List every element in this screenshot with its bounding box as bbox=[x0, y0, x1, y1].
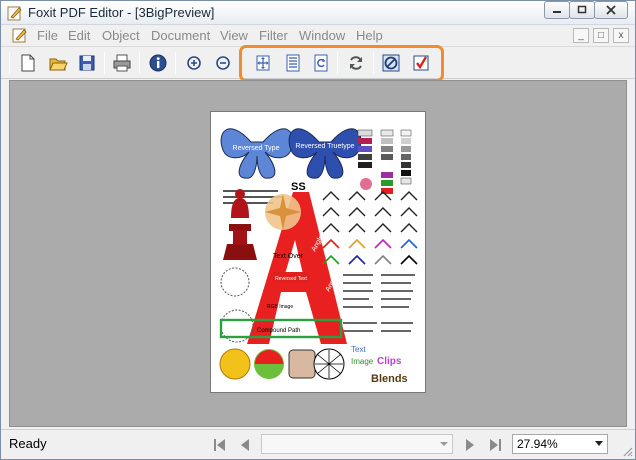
previous-page-icon bbox=[241, 439, 249, 451]
menu-view[interactable]: View bbox=[220, 28, 248, 43]
menu-edit[interactable]: Edit bbox=[68, 28, 90, 43]
next-page-icon bbox=[466, 439, 474, 451]
zoom-select[interactable]: 27.94% bbox=[512, 434, 608, 454]
close-icon bbox=[606, 5, 616, 15]
zoom-in-button[interactable] bbox=[182, 51, 206, 75]
mdi-close-button[interactable]: x bbox=[613, 28, 629, 43]
maximize-icon bbox=[577, 5, 587, 14]
menu-window[interactable]: Window bbox=[299, 28, 345, 43]
save-icon bbox=[79, 55, 95, 71]
minimize-icon bbox=[553, 11, 561, 13]
print-icon bbox=[113, 54, 131, 72]
zoom-in-icon bbox=[187, 56, 201, 70]
previous-page-button[interactable] bbox=[235, 435, 255, 455]
toolbar-grip bbox=[9, 52, 10, 74]
toolbar-separator bbox=[139, 52, 140, 74]
reversed-text-label: Reversed Text bbox=[275, 276, 307, 282]
menu-bar: File Edit Object Document View Filter Wi… bbox=[1, 25, 635, 47]
first-page-icon bbox=[214, 439, 225, 451]
menu-document[interactable]: Document bbox=[151, 28, 210, 43]
status-text: Ready bbox=[9, 436, 47, 451]
print-button[interactable] bbox=[110, 51, 134, 75]
zoom-out-button[interactable] bbox=[211, 51, 235, 75]
document-window-icon[interactable] bbox=[12, 27, 28, 43]
new-button[interactable] bbox=[16, 51, 40, 75]
last-page-button[interactable] bbox=[485, 435, 505, 455]
close-button[interactable] bbox=[594, 1, 628, 19]
toolbar-separator bbox=[175, 52, 176, 74]
ss-label: SS bbox=[291, 181, 306, 193]
pdf-page-preview[interactable]: Reversed Type Reversed Truetype SS Angle… bbox=[210, 111, 426, 393]
next-page-button[interactable] bbox=[460, 435, 480, 455]
minimize-button[interactable] bbox=[544, 1, 570, 19]
maximize-button[interactable] bbox=[569, 1, 595, 19]
open-button[interactable] bbox=[46, 51, 70, 75]
menu-file[interactable]: File bbox=[37, 28, 58, 43]
text-label: Text bbox=[351, 345, 366, 354]
butterfly-image-right: Reversed Truetype bbox=[288, 128, 362, 179]
chevron-down-icon[interactable] bbox=[438, 438, 450, 450]
window-title: Foxit PDF Editor - [3BigPreview] bbox=[28, 5, 215, 20]
toolbar-separator bbox=[104, 52, 105, 74]
app-window: Foxit PDF Editor - [3BigPreview] File Ed… bbox=[0, 0, 636, 460]
resize-grip-icon[interactable] bbox=[621, 445, 633, 457]
document-properties-icon bbox=[149, 54, 167, 72]
new-document-icon bbox=[21, 54, 35, 72]
compound-path-label: Compound Path bbox=[257, 328, 300, 334]
title-bar: Foxit PDF Editor - [3BigPreview] bbox=[1, 1, 635, 25]
save-button[interactable] bbox=[75, 51, 99, 75]
menu-filter[interactable]: Filter bbox=[259, 28, 288, 43]
status-bar: Ready 27.94% bbox=[1, 429, 635, 459]
menu-help[interactable]: Help bbox=[356, 28, 383, 43]
text-over-label: Text Over bbox=[273, 253, 304, 260]
foxit-app-icon bbox=[7, 6, 22, 21]
zoom-out-icon bbox=[216, 56, 230, 70]
butterfly-image-left: Reversed Type bbox=[220, 128, 294, 179]
blends-label: Blends bbox=[371, 373, 408, 385]
properties-button[interactable] bbox=[146, 51, 170, 75]
reversed-truetype-label: Reversed Truetype bbox=[295, 143, 354, 150]
image-label: Image bbox=[351, 357, 374, 366]
document-workspace[interactable]: Reversed Type Reversed Truetype SS Angle… bbox=[9, 80, 627, 427]
page-number-field[interactable] bbox=[261, 434, 453, 454]
page-preview-artwork: Reversed Type Reversed Truetype SS Angle… bbox=[219, 128, 418, 385]
clips-label: Clips bbox=[377, 356, 402, 367]
chess-piece-image bbox=[223, 189, 257, 260]
last-page-icon bbox=[490, 439, 501, 451]
menu-object[interactable]: Object bbox=[102, 28, 140, 43]
toolbar-highlight-box bbox=[239, 45, 444, 82]
reversed-type-label: Reversed Type bbox=[233, 145, 280, 152]
mdi-restore-button[interactable]: □ bbox=[593, 28, 609, 43]
rgb-image-label: RGB Image bbox=[267, 304, 293, 310]
chevron-down-icon[interactable] bbox=[594, 440, 604, 448]
starburst-graphic bbox=[265, 194, 301, 230]
zoom-value: 27.94% bbox=[517, 437, 558, 451]
angled-truetype-label: Angled Truetype bbox=[325, 245, 355, 293]
mdi-minimize-button[interactable]: _ bbox=[573, 28, 589, 43]
open-folder-icon bbox=[49, 58, 68, 71]
first-page-button[interactable] bbox=[210, 435, 230, 455]
